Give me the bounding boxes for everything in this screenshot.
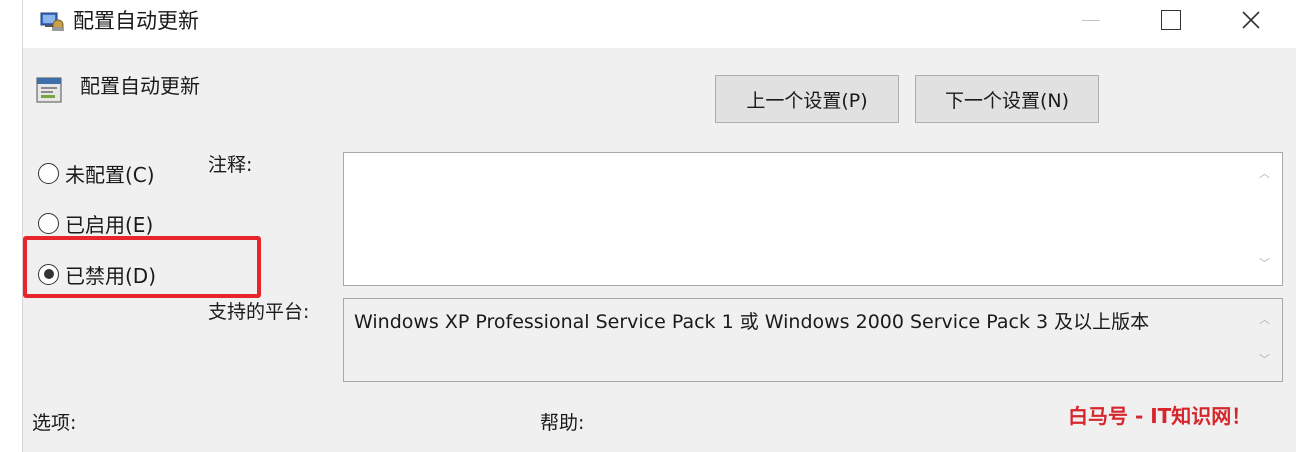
supported-platform-box: Windows XP Professional Service Pack 1 或… [343, 298, 1283, 382]
supported-platform-label: 支持的平台: [208, 301, 310, 323]
minimize-icon [1082, 19, 1100, 21]
scroll-up-icon[interactable]: ︿ [1259, 165, 1270, 181]
radio-label: 未配置(C) [65, 162, 155, 187]
radio-button[interactable] [38, 162, 59, 184]
scroll-down-icon[interactable]: ﹀ [1259, 255, 1270, 271]
maximize-icon [1161, 10, 1181, 30]
policy-dialog-window: 配置自动更新 配置自动更新 上一个设置(P) 下一个设置(N) 未配置(C) 已… [0, 0, 1296, 452]
left-border [0, 0, 23, 452]
red-highlight-annotation [23, 236, 261, 298]
policy-setting-icon [34, 75, 64, 105]
help-label: 帮助: [540, 412, 585, 434]
scroll-up-icon[interactable]: ︿ [1259, 311, 1270, 327]
window-title: 配置自动更新 [73, 9, 199, 33]
maximize-button[interactable] [1143, 0, 1199, 40]
comment-textarea[interactable]: ︿ ﹀ [343, 152, 1283, 286]
previous-setting-button[interactable]: 上一个设置(P) [715, 75, 899, 123]
radio-button[interactable] [38, 212, 59, 234]
comment-label: 注释: [208, 154, 253, 176]
radio-label: 已启用(E) [65, 212, 154, 237]
group-policy-icon [39, 10, 65, 32]
close-icon [1242, 11, 1260, 29]
radio-enabled[interactable]: 已启用(E) [38, 208, 153, 238]
options-label: 选项: [32, 412, 77, 434]
minimize-button[interactable] [1063, 0, 1119, 40]
radio-not-configured[interactable]: 未配置(C) [38, 158, 155, 188]
next-setting-button[interactable]: 下一个设置(N) [915, 75, 1099, 123]
policy-title: 配置自动更新 [80, 74, 200, 98]
title-bar: 配置自动更新 [23, 0, 1296, 48]
supported-platform-text: Windows XP Professional Service Pack 1 或… [354, 311, 1150, 333]
watermark-text: 白马号 - IT知识网！ [1068, 404, 1252, 428]
scroll-down-icon[interactable]: ﹀ [1259, 351, 1270, 367]
close-button[interactable] [1223, 0, 1279, 40]
